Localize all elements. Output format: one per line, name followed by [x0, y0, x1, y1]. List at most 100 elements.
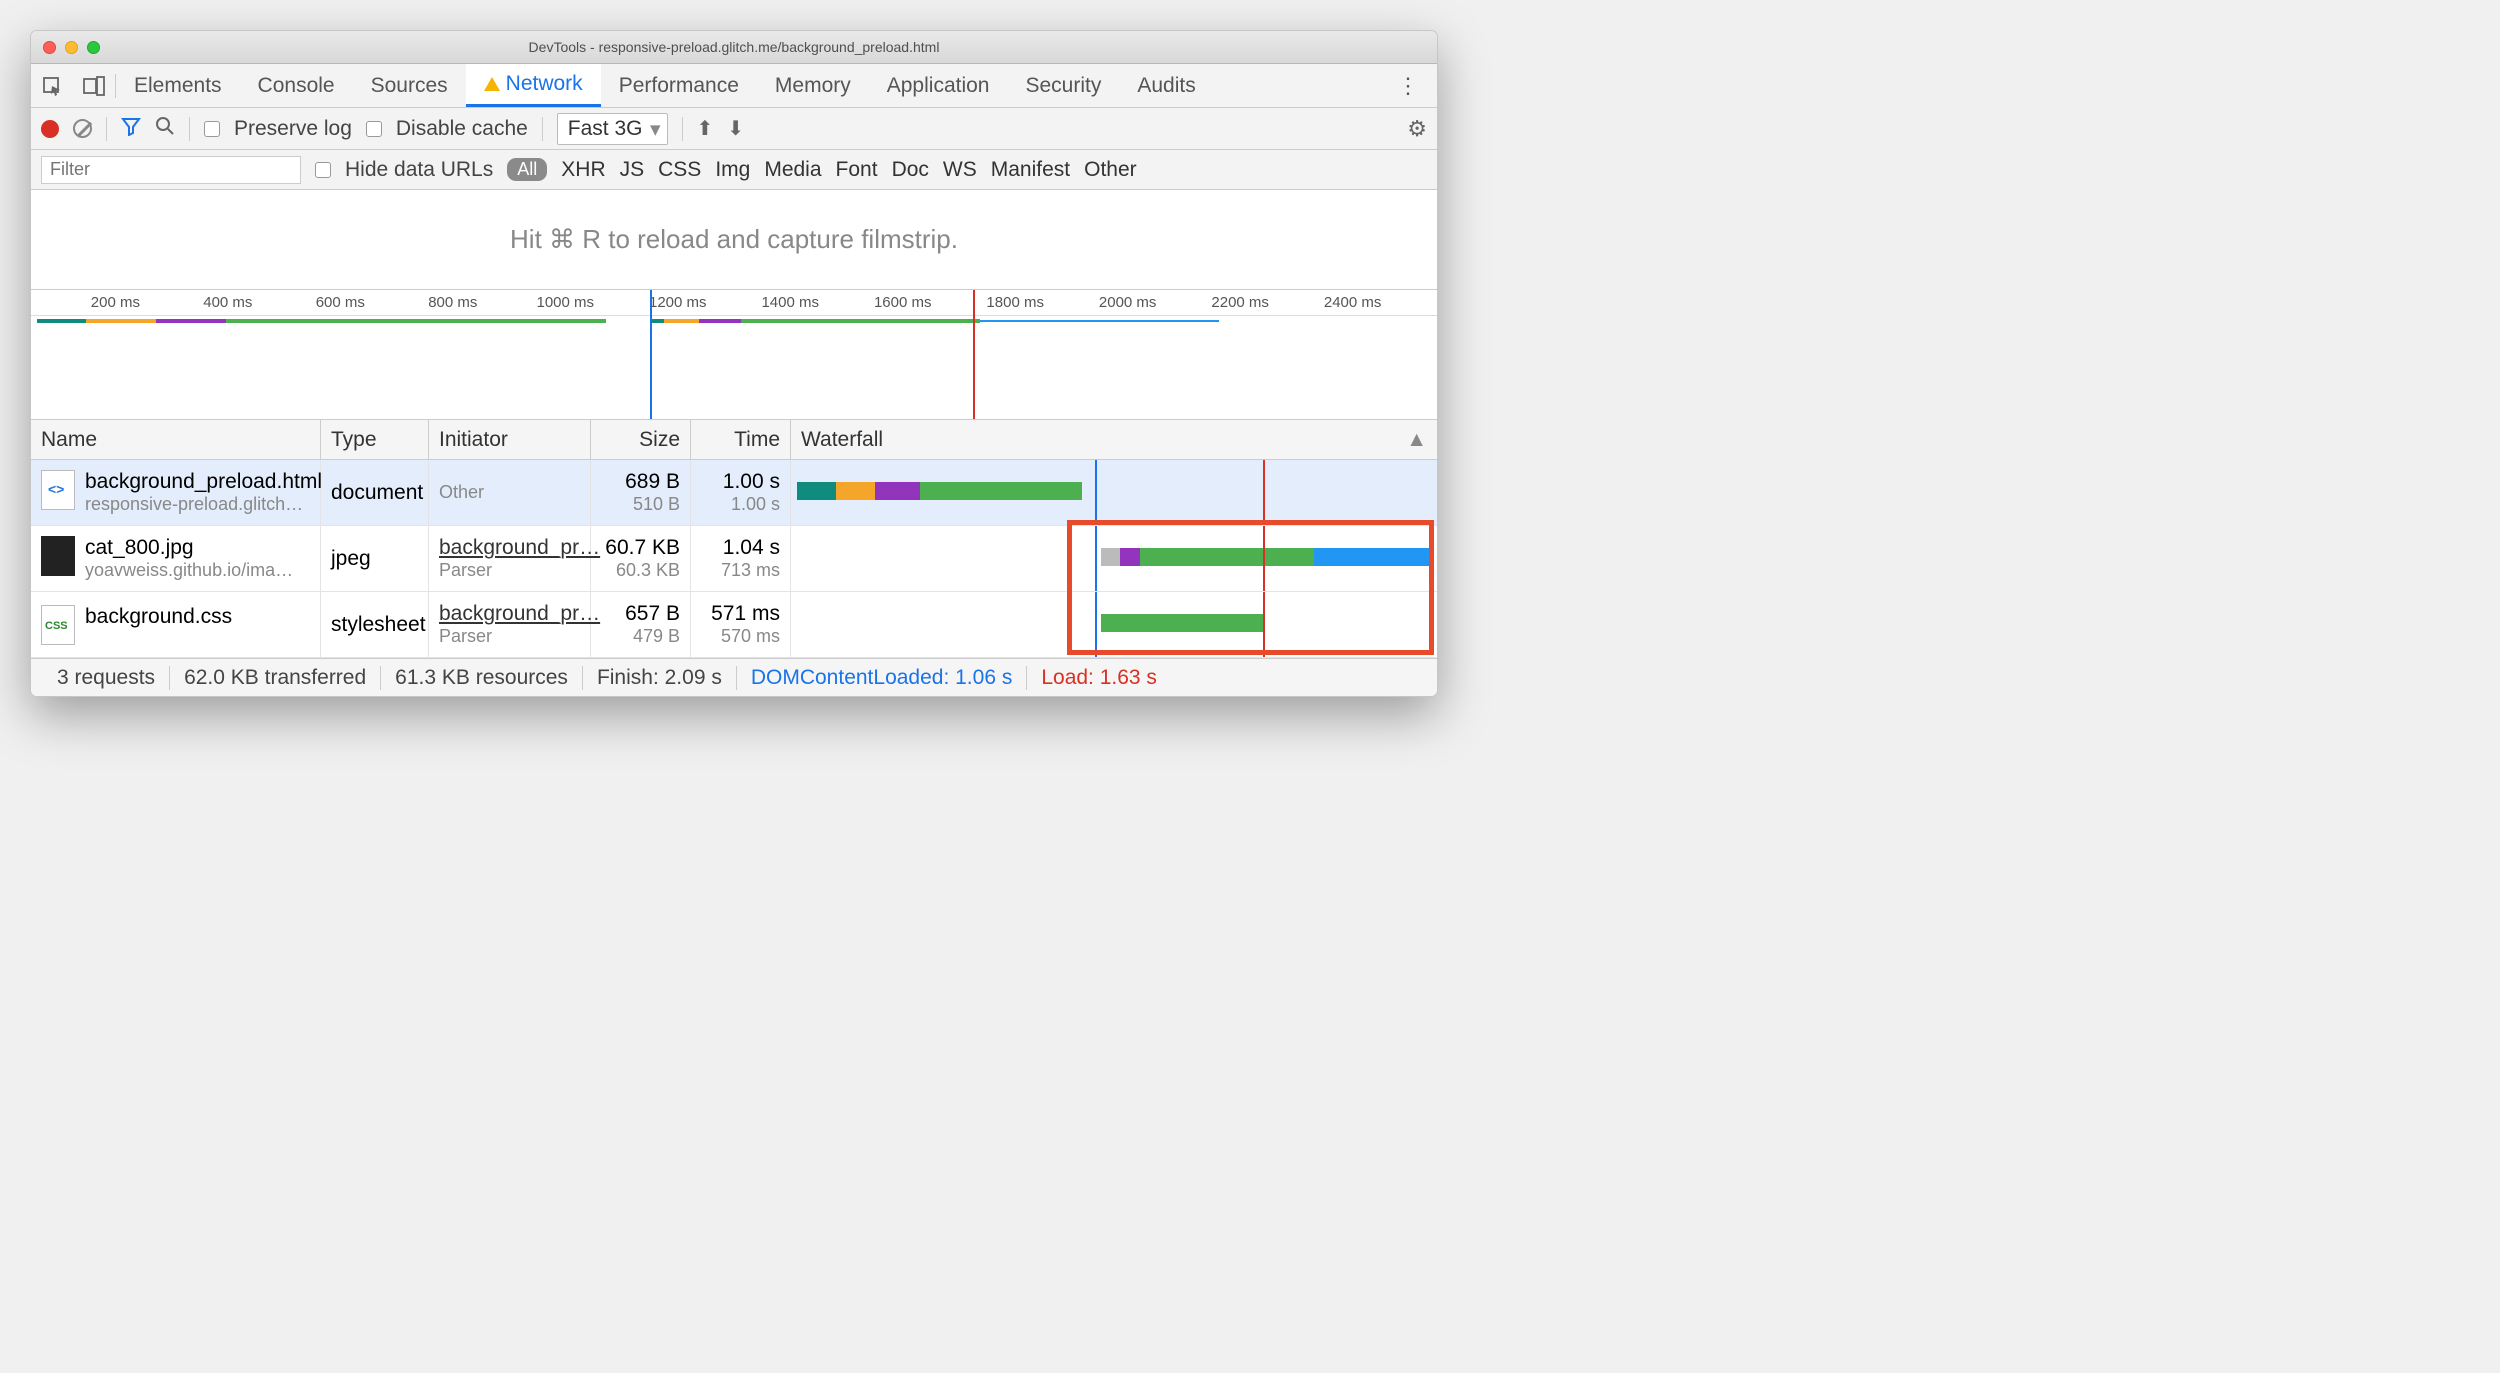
request-type: stylesheet — [321, 592, 429, 657]
timeline-tick: 1600 ms — [874, 294, 932, 311]
load-line — [1263, 592, 1265, 657]
request-size-raw: 60.3 KB — [601, 560, 680, 581]
col-name[interactable]: Name — [31, 420, 321, 459]
separator — [682, 117, 683, 141]
request-type: jpeg — [321, 526, 429, 591]
status-load: Load: 1.63 s — [1027, 666, 1171, 690]
waterfall-cell — [791, 460, 1437, 525]
request-initiator[interactable]: background_pr… — [439, 536, 580, 560]
status-bar: 3 requests 62.0 KB transferred 61.3 KB r… — [31, 658, 1437, 696]
separator — [106, 117, 107, 141]
filter-type[interactable]: Font — [836, 158, 878, 182]
request-domain: responsive-preload.glitch… — [85, 494, 322, 515]
tab-audits[interactable]: Audits — [1119, 64, 1213, 107]
initiator-type: Parser — [439, 560, 580, 581]
clear-icon[interactable] — [73, 119, 92, 138]
dcl-line — [1095, 526, 1097, 591]
disable-cache-checkbox[interactable] — [366, 121, 382, 137]
filter-type[interactable]: Doc — [892, 158, 929, 182]
request-type: document — [321, 460, 429, 525]
css-file-icon — [41, 605, 75, 645]
record-icon[interactable] — [41, 120, 59, 138]
filter-type[interactable]: Media — [764, 158, 821, 182]
col-type[interactable]: Type — [321, 420, 429, 459]
timeline-ruler: 200 ms 400 ms 600 ms 800 ms 1000 ms 1200… — [31, 290, 1437, 316]
tab-elements[interactable]: Elements — [116, 64, 240, 107]
network-table-header: Name Type Initiator Size Time Waterfall▲ — [31, 420, 1437, 460]
table-row[interactable]: background.css stylesheet background_pr…… — [31, 592, 1437, 658]
more-menu-icon[interactable]: ⋮ — [1379, 73, 1437, 99]
request-name: cat_800.jpg — [85, 536, 293, 560]
filter-type[interactable]: WS — [943, 158, 977, 182]
status-transferred: 62.0 KB transferred — [170, 666, 381, 690]
funnel-icon[interactable] — [121, 116, 141, 142]
settings-icon[interactable]: ⚙ — [1407, 116, 1427, 142]
table-row[interactable]: background_preload.html responsive-prelo… — [31, 460, 1437, 526]
load-line — [1263, 526, 1265, 591]
filter-input[interactable] — [41, 156, 301, 184]
separator — [189, 117, 190, 141]
filter-all[interactable]: All — [507, 158, 547, 181]
tab-performance[interactable]: Performance — [601, 64, 757, 107]
titlebar: DevTools - responsive-preload.glitch.me/… — [31, 31, 1437, 64]
image-file-icon — [41, 536, 75, 576]
load-marker — [973, 290, 975, 419]
request-domain: yoavweiss.github.io/ima… — [85, 560, 293, 581]
throttle-select[interactable]: Fast 3G — [557, 113, 668, 145]
preserve-log-checkbox[interactable] — [204, 121, 220, 137]
request-time-raw: 713 ms — [701, 560, 780, 581]
filter-type[interactable]: Other — [1084, 158, 1137, 182]
tab-network-label: Network — [506, 72, 583, 96]
filter-type[interactable]: Img — [715, 158, 750, 182]
table-row[interactable]: cat_800.jpg yoavweiss.github.io/ima… jpe… — [31, 526, 1437, 592]
request-time: 1.04 s — [701, 536, 780, 560]
timeline-tick: 800 ms — [428, 294, 477, 311]
tab-network[interactable]: Network — [466, 64, 601, 107]
col-initiator[interactable]: Initiator — [429, 420, 591, 459]
request-time: 1.00 s — [701, 470, 780, 494]
timeline-tick: 2000 ms — [1099, 294, 1157, 311]
request-time-raw: 1.00 s — [701, 494, 780, 515]
device-icon[interactable] — [73, 76, 115, 96]
request-size: 689 B — [601, 470, 680, 494]
filter-type[interactable]: CSS — [658, 158, 701, 182]
col-waterfall[interactable]: Waterfall▲ — [791, 420, 1437, 459]
dcl-marker — [650, 290, 652, 419]
timeline-tick: 200 ms — [91, 294, 140, 311]
dcl-line — [1095, 460, 1097, 525]
request-time: 571 ms — [701, 602, 780, 626]
separator — [542, 117, 543, 141]
timeline-tick: 2400 ms — [1324, 294, 1382, 311]
load-line — [1263, 460, 1265, 525]
hide-urls-checkbox[interactable] — [315, 162, 331, 178]
timeline-overview[interactable]: 200 ms 400 ms 600 ms 800 ms 1000 ms 1200… — [31, 290, 1437, 420]
devtools-window: DevTools - responsive-preload.glitch.me/… — [30, 30, 1438, 697]
filter-type[interactable]: XHR — [561, 158, 605, 182]
request-initiator[interactable]: background_pr… — [439, 602, 580, 626]
timeline-tick: 600 ms — [316, 294, 365, 311]
html-file-icon — [41, 470, 75, 510]
tab-console[interactable]: Console — [240, 64, 353, 107]
disable-cache-label: Disable cache — [396, 117, 528, 141]
filter-type[interactable]: Manifest — [991, 158, 1070, 182]
search-icon[interactable] — [155, 116, 175, 142]
waterfall-cell — [791, 592, 1437, 657]
inspect-icon[interactable] — [31, 76, 73, 96]
request-size: 657 B — [601, 602, 680, 626]
col-size[interactable]: Size — [591, 420, 691, 459]
request-time-raw: 570 ms — [701, 626, 780, 647]
filmstrip-hint: Hit ⌘ R to reload and capture filmstrip. — [31, 190, 1437, 290]
download-icon[interactable]: ⬇ — [727, 116, 744, 141]
panel-tabs: Elements Console Sources Network Perform… — [31, 64, 1437, 108]
status-finish: Finish: 2.09 s — [583, 666, 737, 690]
timeline-tick: 400 ms — [203, 294, 252, 311]
tab-security[interactable]: Security — [1007, 64, 1119, 107]
tab-memory[interactable]: Memory — [757, 64, 869, 107]
window-title: DevTools - responsive-preload.glitch.me/… — [31, 39, 1437, 55]
tab-sources[interactable]: Sources — [353, 64, 466, 107]
col-time[interactable]: Time — [691, 420, 791, 459]
filter-type[interactable]: JS — [620, 158, 645, 182]
request-size-raw: 510 B — [601, 494, 680, 515]
tab-application[interactable]: Application — [869, 64, 1008, 107]
upload-icon[interactable]: ⬆ — [697, 116, 714, 141]
